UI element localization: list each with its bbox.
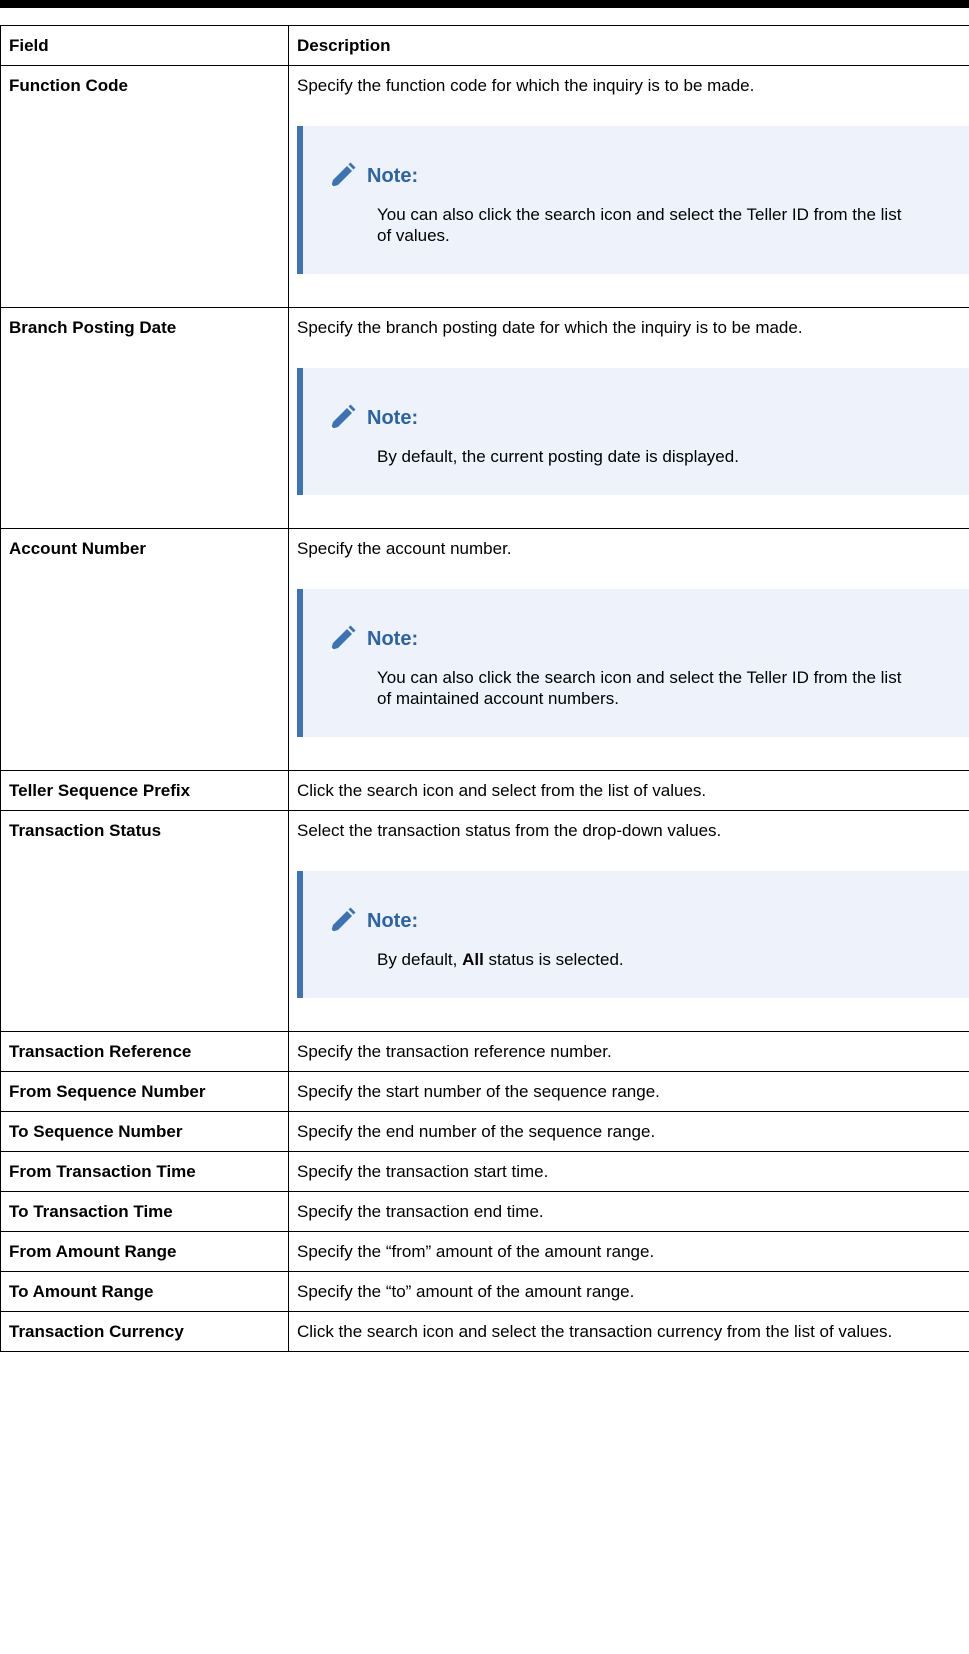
note-title: Note:	[367, 407, 419, 429]
note-header: Note:	[325, 905, 949, 937]
note-header: Note:	[325, 402, 949, 434]
note-box: Note: You can also click the search icon…	[297, 126, 969, 274]
field-description-cell: Select the transaction status from the d…	[288, 810, 969, 1032]
table-row: From Sequence Number Specify the start n…	[0, 1071, 969, 1112]
table-row: Transaction Status Select the transactio…	[0, 810, 969, 1032]
field-description: Specify the transaction end time.	[288, 1191, 969, 1232]
field-name: To Sequence Number	[0, 1111, 289, 1152]
field-name: From Amount Range	[0, 1231, 289, 1272]
field-name: To Transaction Time	[0, 1191, 289, 1232]
note-box: Note: By default, All status is selected…	[297, 871, 969, 998]
table-row: From Amount Range Specify the “from” amo…	[0, 1231, 969, 1272]
table-row: Transaction Currency Click the search ic…	[0, 1311, 969, 1352]
note-text: You can also click the search icon and s…	[377, 205, 902, 245]
note-text: By default, the current posting date is …	[377, 447, 739, 466]
field-name: Teller Sequence Prefix	[0, 770, 289, 811]
pencil-icon	[330, 907, 356, 934]
note-title: Note:	[367, 165, 419, 187]
field-name: Transaction Status	[0, 810, 289, 1032]
note-text: You can also click the search icon and s…	[377, 668, 902, 708]
field-name: Transaction Currency	[0, 1311, 289, 1352]
field-name: Account Number	[0, 528, 289, 771]
field-description: Specify the transaction reference number…	[288, 1031, 969, 1072]
field-description: Specify the “from” amount of the amount …	[288, 1231, 969, 1272]
field-description: Select the transaction status from the d…	[297, 821, 722, 840]
table-row: From Transaction Time Specify the transa…	[0, 1151, 969, 1192]
note-box: Note: By default, the current posting da…	[297, 368, 969, 495]
field-name: From Transaction Time	[0, 1151, 289, 1192]
field-description-cell: Specify the function code for which the …	[288, 65, 969, 308]
note-header: Note:	[325, 160, 949, 192]
note-text-after: status is selected.	[483, 950, 624, 969]
column-header-description: Description	[288, 25, 969, 66]
field-name: Branch Posting Date	[0, 307, 289, 529]
field-description-cell: Specify the branch posting date for whic…	[288, 307, 969, 529]
field-description-cell: Specify the account number. Note: You ca…	[288, 528, 969, 771]
table-row: Account Number Specify the account numbe…	[0, 528, 969, 771]
field-description: Specify the start number of the sequence…	[288, 1071, 969, 1112]
field-description-table: Field Description Function Code Specify …	[0, 25, 969, 1352]
field-description: Specify the transaction start time.	[288, 1151, 969, 1192]
field-description: Specify the function code for which the …	[297, 76, 755, 95]
top-rule	[0, 0, 969, 8]
table-row: To Sequence Number Specify the end numbe…	[0, 1111, 969, 1152]
field-description: Click the search icon and select from th…	[288, 770, 969, 811]
table-row: To Transaction Time Specify the transact…	[0, 1191, 969, 1232]
field-name: From Sequence Number	[0, 1071, 289, 1112]
table-row: Branch Posting Date Specify the branch p…	[0, 307, 969, 529]
note-box: Note: You can also click the search icon…	[297, 589, 969, 737]
note-text: By default, All status is selected.	[325, 949, 949, 970]
pencil-icon	[330, 162, 356, 189]
note-title: Note:	[367, 910, 419, 932]
column-header-field: Field	[0, 25, 289, 66]
field-description: Click the search icon and select the tra…	[288, 1311, 969, 1352]
table-row: To Amount Range Specify the “to” amount …	[0, 1271, 969, 1312]
table-row: Function Code Specify the function code …	[0, 65, 969, 308]
table-header-row: Field Description	[0, 25, 969, 66]
note-text-before: By default,	[377, 950, 463, 969]
note-title: Note:	[367, 628, 419, 650]
field-description: Specify the branch posting date for whic…	[297, 318, 803, 337]
field-name: To Amount Range	[0, 1271, 289, 1312]
table-row: Transaction Reference Specify the transa…	[0, 1031, 969, 1072]
pencil-icon	[330, 625, 356, 652]
field-name: Transaction Reference	[0, 1031, 289, 1072]
pencil-icon	[330, 404, 356, 431]
note-header: Note:	[325, 623, 949, 655]
field-description: Specify the “to” amount of the amount ra…	[288, 1271, 969, 1312]
field-name: Function Code	[0, 65, 289, 308]
note-text-emphasis: All	[462, 950, 484, 969]
table-row: Teller Sequence Prefix Click the search …	[0, 770, 969, 811]
field-description: Specify the end number of the sequence r…	[288, 1111, 969, 1152]
field-description: Specify the account number.	[297, 539, 512, 558]
